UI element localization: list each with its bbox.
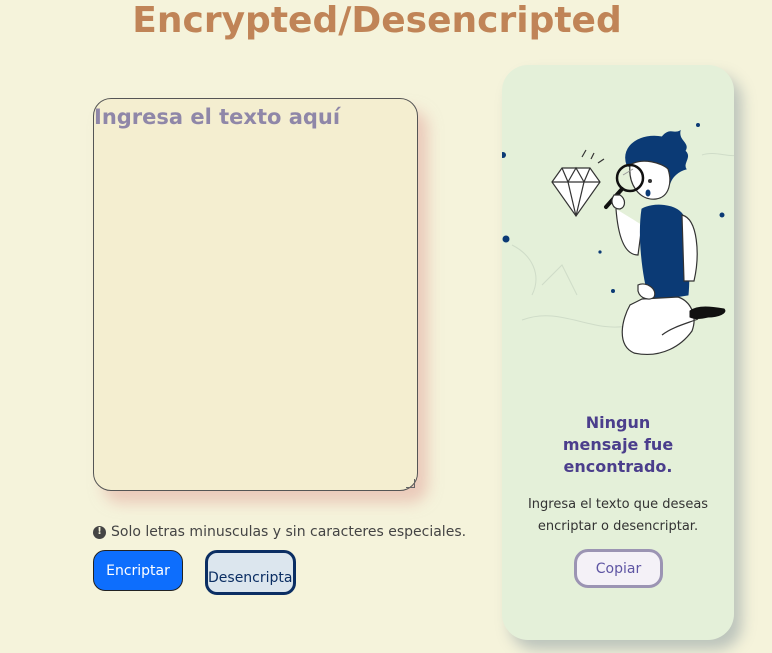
text-input[interactable] <box>93 98 418 491</box>
input-hint: ! Solo letras minusculas y sin caractere… <box>93 524 466 540</box>
page-title-text: Encrypted/Desencripted <box>132 0 622 41</box>
empty-state-description-line: Ingresa el texto que deseas <box>527 497 709 512</box>
empty-state-description: Ingresa el texto que deseas encriptar o … <box>502 494 734 538</box>
result-panel: Ningun mensaje fue encontrado. Ingresa e… <box>502 65 734 640</box>
empty-state-description-line: encriptar o desencriptar. <box>537 519 699 534</box>
text-input-wrapper <box>93 98 418 491</box>
empty-state-title: Ningun mensaje fue encontrado. <box>502 412 734 478</box>
page-title: Encrypted/Desencripted <box>0 0 772 42</box>
empty-state-title-line: mensaje fue <box>562 435 674 454</box>
encrypt-button[interactable]: Encriptar <box>93 550 183 591</box>
exclamation-circle-icon: ! <box>93 525 106 539</box>
decrypt-button[interactable]: Desencriptar <box>205 550 296 595</box>
page: Encrypted/Desencripted ! Solo letras min… <box>0 0 772 653</box>
empty-state-title-line: encontrado. <box>563 457 673 476</box>
resize-handle[interactable] <box>406 479 415 488</box>
person-inspecting-diamond-illustration <box>502 123 734 355</box>
copy-button[interactable]: Copiar <box>574 549 663 588</box>
input-hint-text: Solo letras minusculas y sin caracteres … <box>111 524 467 540</box>
empty-state-title-line: Ningun <box>585 413 651 432</box>
